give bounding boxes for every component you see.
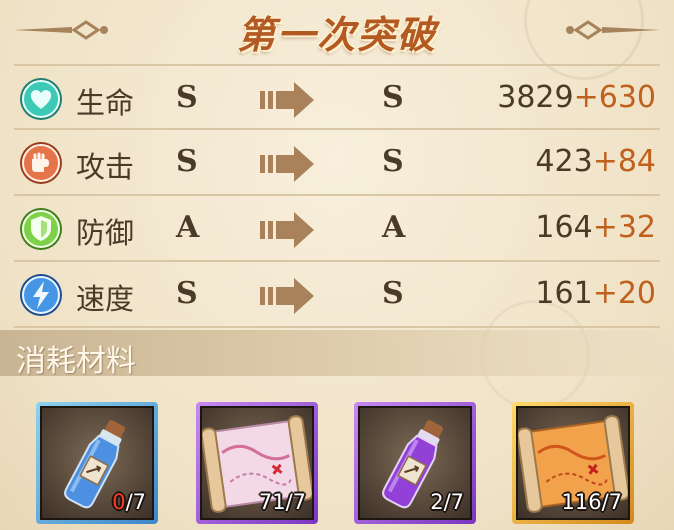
material-owned: 0 bbox=[112, 490, 126, 514]
stat-bonus-value: +32 bbox=[592, 210, 656, 245]
arrow-right-icon bbox=[260, 212, 314, 248]
grade-from: A bbox=[176, 210, 200, 245]
material-count: 0/7 bbox=[112, 490, 146, 514]
arrow-right-icon bbox=[260, 146, 314, 182]
breakthrough-panel: 第一次突破 生命 S S 3829+630 攻击 S S 423+84 防御 A… bbox=[0, 0, 674, 530]
material-count: 2/7 bbox=[430, 490, 464, 514]
stat-list: 生命 S S 3829+630 攻击 S S 423+84 防御 A A 164… bbox=[14, 64, 660, 328]
grade-from: S bbox=[176, 80, 198, 115]
stat-name: 生命 bbox=[76, 86, 135, 120]
materials-section-header: 消耗材料 bbox=[0, 330, 674, 379]
material-slot[interactable]: 71/7 bbox=[196, 402, 318, 524]
fist-icon bbox=[20, 142, 62, 184]
shield-icon bbox=[20, 208, 62, 250]
material-owned: 2 bbox=[430, 490, 444, 514]
material-count: 71/7 bbox=[259, 490, 306, 514]
material-count: 116/7 bbox=[561, 490, 622, 514]
title-bar: 第一次突破 bbox=[0, 0, 674, 62]
grade-to: S bbox=[382, 80, 404, 115]
grade-from: S bbox=[176, 276, 198, 311]
material-required: /7 bbox=[443, 490, 464, 514]
title-ornament-right-icon bbox=[566, 20, 660, 40]
stat-bonus-value: +84 bbox=[592, 144, 656, 179]
stat-row-speed: 速度 S S 161+20 bbox=[14, 262, 660, 328]
material-slot-inner: 2/7 bbox=[358, 406, 472, 520]
stat-bonus-value: +20 bbox=[592, 276, 656, 311]
material-owned: 116 bbox=[561, 490, 602, 514]
material-slot[interactable]: 0/7 bbox=[36, 402, 158, 524]
stat-row-attack: 攻击 S S 423+84 bbox=[14, 130, 660, 196]
material-slot[interactable]: 2/7 bbox=[354, 402, 476, 524]
stat-name: 速度 bbox=[76, 282, 135, 316]
stat-name: 防御 bbox=[76, 216, 135, 250]
stat-base-value: 164 bbox=[535, 210, 593, 245]
stat-base-value: 161 bbox=[535, 276, 593, 311]
stat-bonus-value: +630 bbox=[573, 80, 656, 115]
stat-base-value: 423 bbox=[535, 144, 593, 179]
stat-value: 3829+630 bbox=[497, 80, 656, 115]
grade-to: S bbox=[382, 144, 404, 179]
stat-value: 161+20 bbox=[535, 276, 656, 311]
arrow-right-icon bbox=[260, 278, 314, 314]
stat-value: 423+84 bbox=[535, 144, 656, 179]
grade-from: S bbox=[176, 144, 198, 179]
material-required: /7 bbox=[601, 490, 622, 514]
material-required: /7 bbox=[285, 490, 306, 514]
material-owned: 71 bbox=[258, 490, 286, 514]
arrow-right-icon bbox=[260, 82, 314, 118]
stat-value: 164+32 bbox=[535, 210, 656, 245]
material-slot[interactable]: 116/7 bbox=[512, 402, 634, 524]
material-slot-inner: 0/7 bbox=[40, 406, 154, 520]
stat-name: 攻击 bbox=[76, 150, 135, 184]
materials-list: 0/7 71/7 2/7 116/7 bbox=[0, 396, 674, 530]
grade-to: A bbox=[382, 210, 406, 245]
material-slot-inner: 116/7 bbox=[516, 406, 630, 520]
grade-to: S bbox=[382, 276, 404, 311]
section-title: 消耗材料 bbox=[16, 344, 136, 379]
material-required: /7 bbox=[125, 490, 146, 514]
stat-row-hp: 生命 S S 3829+630 bbox=[14, 64, 660, 130]
stat-row-defense: 防御 A A 164+32 bbox=[14, 196, 660, 262]
stat-base-value: 3829 bbox=[497, 80, 574, 115]
lightning-icon bbox=[20, 274, 62, 316]
material-slot-inner: 71/7 bbox=[200, 406, 314, 520]
heart-icon bbox=[20, 78, 62, 120]
